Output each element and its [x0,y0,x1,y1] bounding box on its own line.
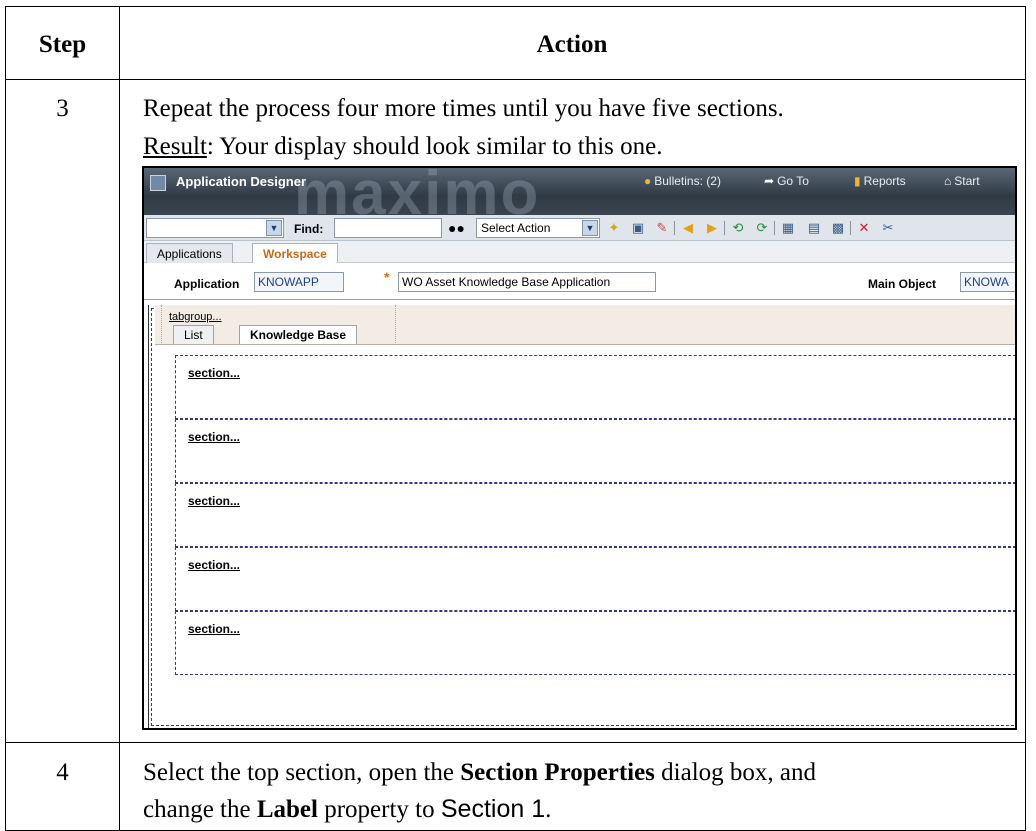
instruction-text: change the [143,796,257,823]
find-label: Find: [294,222,324,236]
action-instruction: Repeat the process four more times until… [143,91,784,127]
section-1[interactable]: section... [175,355,1015,419]
step-number: 3 [56,95,69,122]
previous-icon[interactable]: ◀ [680,220,696,236]
application-header: Application KNOWAPP * WO Asset Knowledge… [144,263,1015,300]
app-designer-icon [150,175,166,191]
main-object-label: Main Object [868,277,937,291]
design-canvas: tabgroup... List Knowledge Base section.… [148,305,1015,728]
instruction-text: dialog box, and [654,759,817,786]
new-icon[interactable]: ✦ [606,220,622,236]
chevron-down-icon[interactable]: ▼ [266,220,282,236]
section-label: section... [188,366,241,380]
application-designer-screenshot: maximo Application Designer ● Bulletins: … [142,166,1017,730]
query-select[interactable]: ▼ [146,218,284,238]
goto-arrow-icon: ➦ [764,174,775,188]
title-bar: maximo Application Designer ● Bulletins: … [144,168,1015,228]
chevron-down-icon[interactable]: ▼ [582,220,598,236]
tab-list[interactable]: List [173,325,214,344]
save-icon[interactable]: ▣ [630,220,646,236]
application-label: Application [174,277,240,291]
dialog-name: Section Properties [460,759,655,786]
find-input[interactable] [334,218,442,238]
action-instruction: change the Label property to Section 1. [143,791,551,828]
toolbar-separator [850,221,851,235]
application-field[interactable]: KNOWAPP [254,272,344,292]
bulletins-label: Bulletins: (2) [654,174,721,188]
app-title: Application Designer [176,174,307,189]
step-column-header: Step [38,31,87,58]
section-label: section... [188,494,241,508]
reports-icon: ▮ [854,174,861,188]
action-instruction: Select the top section, open the Section… [143,755,816,791]
section-icon[interactable]: ▤ [806,220,822,236]
binoculars-icon[interactable]: ●● [448,220,465,236]
toolbar-separator [724,221,725,235]
property-value: Section 1 [440,795,546,823]
start-link[interactable]: ⌂ Start [944,174,980,188]
table-icon[interactable]: ▦ [780,220,796,236]
next-icon[interactable]: ▶ [704,220,720,236]
instruction-text: Repeat the process four more times until… [143,95,784,122]
select-action-label: Select Action [481,221,551,235]
result-text: : Your display should look similar to th… [206,133,663,160]
tabgroup-label[interactable]: tabgroup... [169,311,222,323]
reports-link[interactable]: ▮ Reports [854,174,906,188]
action-column-header: Action [536,31,608,58]
instruction-table: Step Action 3 Repeat the process four mo… [5,6,1026,831]
export-icon[interactable]: ⟳ [754,220,770,236]
import-icon[interactable]: ⟲ [730,220,746,236]
section-4[interactable]: section... [175,547,1015,611]
start-label: Start [954,174,980,188]
select-action-dropdown[interactable]: Select Action ▼ [476,218,600,238]
toolbar-separator [774,221,775,235]
tab-applications[interactable]: Applications [146,243,233,263]
tab-workspace[interactable]: Workspace [252,243,338,263]
action-result: Result: Your display should look similar… [143,129,663,165]
tabstrip-divider [161,305,162,345]
cut-icon[interactable]: ✂ [880,220,896,236]
section-label: section... [188,622,241,636]
instruction-text: Select the top section, open the [143,759,461,786]
home-icon: ⌂ [944,174,952,188]
goto-link[interactable]: ➦ Go To [764,174,809,188]
tabstrip-divider [395,305,396,345]
toolbar-separator [674,221,675,235]
main-object-field[interactable]: KNOWA [960,272,1015,292]
delete-icon[interactable]: ✕ [856,220,872,236]
description-field[interactable]: WO Asset Knowledge Base Application [398,272,656,292]
column-divider [119,7,120,830]
reports-label: Reports [863,174,906,188]
section-2[interactable]: section... [175,419,1015,483]
clear-icon[interactable]: ✎ [654,220,670,236]
section-label: section... [188,430,241,444]
step-number: 4 [56,759,69,786]
bulletin-icon: ● [644,174,652,188]
bulletins-link[interactable]: ● Bulletins: (2) [644,174,721,188]
section-label: section... [188,558,241,572]
main-tabs: Applications Workspace [144,241,1015,263]
instruction-text: property to [317,796,441,823]
property-name: Label [256,796,318,823]
section-3[interactable]: section... [175,483,1015,547]
result-label: Result [143,133,207,160]
grid-icon[interactable]: ▩ [830,220,846,236]
header-divider [6,79,1025,80]
toolbar: ▼ Find: ●● Select Action ▼ ✦ ▣ ✎ ◀ ▶ ⟲ ⟳ … [144,215,1015,241]
goto-label: Go To [777,174,809,188]
row-divider [6,742,1025,743]
instruction-text: . [545,796,552,823]
required-icon: * [384,269,390,285]
section-5[interactable]: section... [175,611,1015,675]
tab-knowledge-base[interactable]: Knowledge Base [239,325,358,344]
